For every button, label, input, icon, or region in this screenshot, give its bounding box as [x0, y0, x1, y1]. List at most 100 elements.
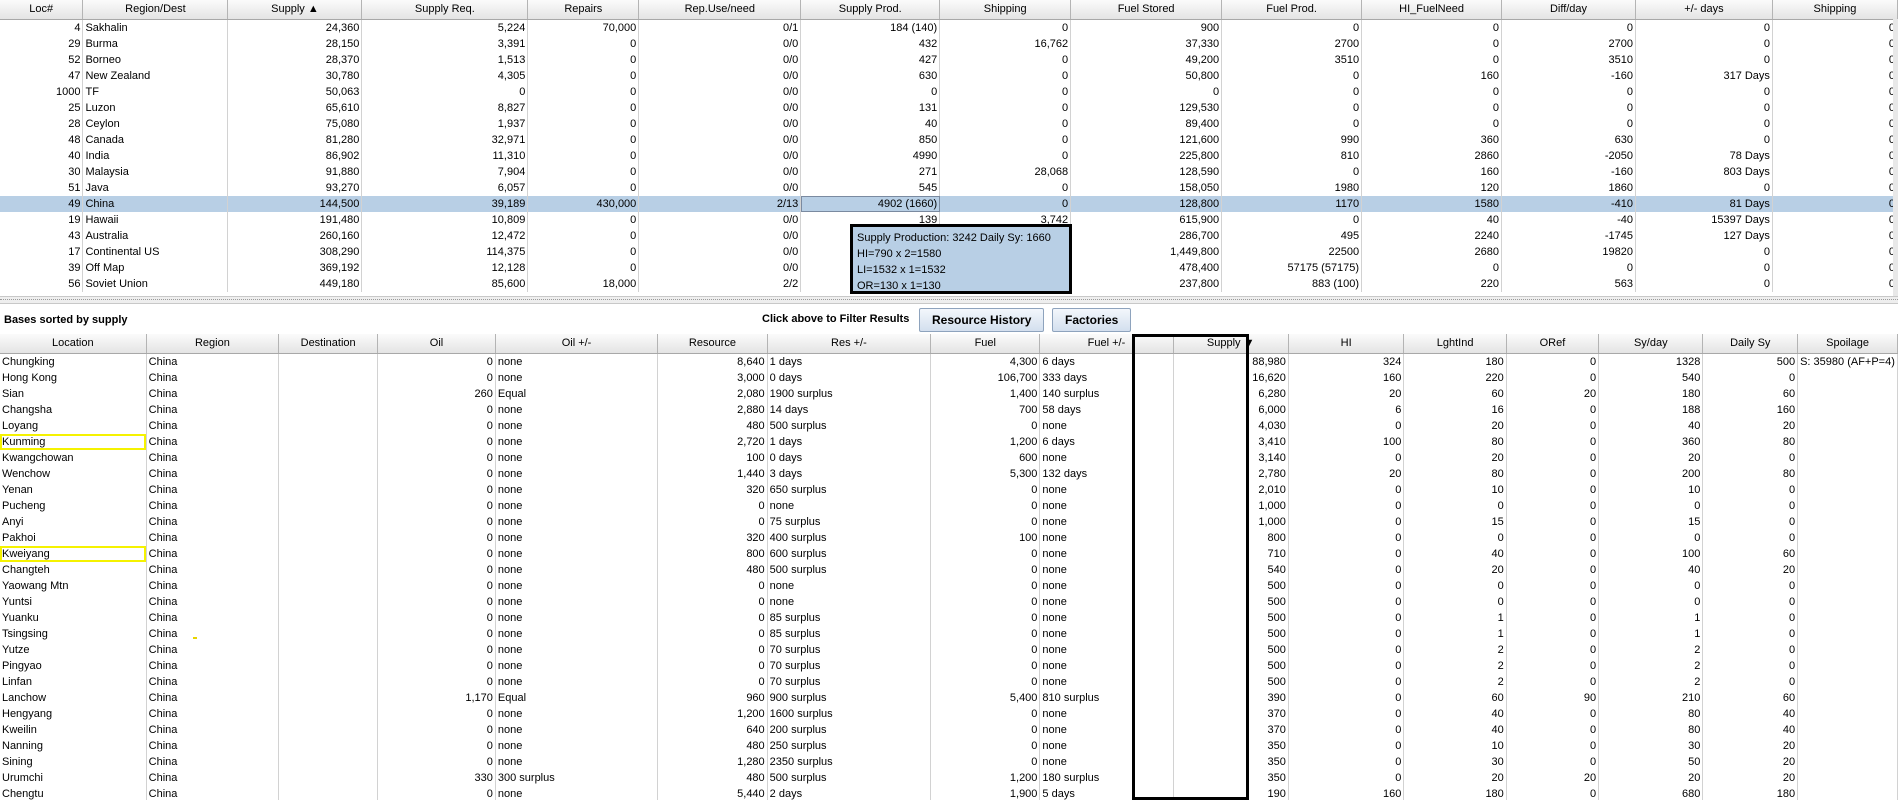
- table-cell: 0: [1635, 100, 1773, 116]
- column-header-oil[interactable]: Oil: [377, 334, 496, 354]
- table-row[interactable]: Tsingsing China 0 none 0 85 surplus 0 none 500 0 1…: [0, 626, 1898, 642]
- table-row[interactable]: Hengyang China 0 none 1,200 1600 surplus 0 none…: [0, 706, 1898, 722]
- column-header-destination[interactable]: Destination: [278, 334, 379, 354]
- table-cell: none: [495, 418, 659, 434]
- table-row[interactable]: 25 Luzon 65,610 8,827 0 0/0 131 0 129,530 0 0 0 0 0: [0, 100, 1898, 116]
- table-cell: 0: [939, 84, 1072, 100]
- column-header-supply-req[interactable]: Supply Req.: [361, 0, 529, 20]
- table-row[interactable]: 40 India 86,902 11,310 0 0/0 4990 0 225,800 810 28…: [0, 148, 1898, 164]
- table-row[interactable]: Wenchow China 0 none 1,440 3 days 5,300 132 day…: [0, 466, 1898, 482]
- table-row[interactable]: 52 Borneo 28,370 1,513 0 0/0 427 0 49,200 3510 0 35…: [0, 52, 1898, 68]
- table-row[interactable]: Hong Kong China 0 none 3,000 0 days 106,700 333…: [0, 370, 1898, 386]
- table-row[interactable]: Chungking China 0 none 8,640 1 days 4,300 6 day…: [0, 353, 1898, 370]
- table-row[interactable]: Sining China 0 none 1,280 2350 surplus 0 none 35…: [0, 754, 1898, 770]
- column-header-lghtind[interactable]: LghtInd: [1403, 334, 1507, 354]
- table-cell: 0: [1772, 52, 1898, 68]
- table-cell: [278, 706, 379, 722]
- table-row[interactable]: Yaowang Mtn China 0 none 0 none 0 none 500 0 0 0 0 0: [0, 578, 1898, 594]
- table-row[interactable]: 51 Java 93,270 6,057 0 0/0 545 0 158,050 1980 120 1…: [0, 180, 1898, 196]
- table-cell: 3 days: [767, 466, 932, 482]
- table-row[interactable]: Yuanku China 0 none 0 85 surplus 0 none 500 0 1 0 1 0: [0, 610, 1898, 626]
- column-header-supply-prod[interactable]: Supply Prod.: [800, 0, 941, 20]
- column-header-region-dest[interactable]: Region/Dest: [82, 0, 229, 20]
- column-header-resource[interactable]: Resource: [657, 334, 768, 354]
- column-header-hi-fuelneed[interactable]: HI_FuelNeed: [1361, 0, 1503, 20]
- column-header-shipping[interactable]: Shipping: [1772, 0, 1898, 20]
- table-row[interactable]: Anyi China 0 none 0 75 surplus 0 none 1,000 0 15 0 1…: [0, 514, 1898, 530]
- column-header-repairs[interactable]: Repairs: [527, 0, 640, 20]
- table-row[interactable]: 48 Canada 81,280 32,971 0 0/0 850 0 121,600 990 36…: [0, 132, 1898, 148]
- column-header-region[interactable]: Region: [146, 334, 280, 354]
- table-row[interactable]: 29 Burma 28,150 3,391 0 0/0 432 16,762 37,330 270…: [0, 36, 1898, 52]
- table-cell: 260,160: [227, 228, 363, 244]
- table-row[interactable]: Linfan China 0 none 0 70 surplus 0 none 500 0 2 0 2 0: [0, 674, 1898, 690]
- table-cell: 8,640: [657, 353, 768, 370]
- table-cell: 0: [361, 84, 529, 100]
- top-scrollbar[interactable]: [1893, 19, 1898, 296]
- column-header-fuel-stored[interactable]: Fuel Stored: [1070, 0, 1223, 20]
- table-cell: [1797, 754, 1898, 770]
- pane-splitter[interactable]: [0, 296, 1898, 304]
- column-header-fuel-prod[interactable]: Fuel Prod.: [1221, 0, 1363, 20]
- column-header-oil[interactable]: Oil +/-: [495, 334, 659, 354]
- table-cell: 286,700: [1070, 228, 1223, 244]
- table-row[interactable]: Yutze China 0 none 0 70 surplus 0 none 500 0 2 0 2 0: [0, 642, 1898, 658]
- table-cell: Chungking: [0, 353, 147, 370]
- column-header-fuel[interactable]: Fuel: [930, 334, 1041, 354]
- table-row[interactable]: Urumchi China 330 300 surplus 480 500 surplus…: [0, 770, 1898, 786]
- table-row[interactable]: Chengtu China 0 none 5,440 2 days 1,900 5 days 1…: [0, 786, 1898, 800]
- table-row[interactable]: Changsha China 0 none 2,880 14 days 700 58 days…: [0, 402, 1898, 418]
- table-cell: 3,140: [1173, 450, 1289, 466]
- table-cell: China: [146, 370, 280, 386]
- column-header-diff-day[interactable]: Diff/day: [1501, 0, 1636, 20]
- table-row[interactable]: Pakhoi China 0 none 320 400 surplus 100 none 800…: [0, 530, 1898, 546]
- column-header-sy-day[interactable]: Sy/day: [1598, 334, 1704, 354]
- column-header-shipping[interactable]: Shipping: [939, 0, 1072, 20]
- table-cell: Sian: [0, 386, 147, 402]
- table-row[interactable]: 49 China 144,500 39,189 430,000 2/13 4902 (166…: [0, 196, 1898, 212]
- table-row[interactable]: 4 Sakhalin 24,360 5,224 70,000 0/1 184 (140) 0 9…: [0, 19, 1898, 36]
- column-header-fuel[interactable]: Fuel +/-: [1039, 334, 1174, 354]
- column-header-rep-use-need[interactable]: Rep.Use/need: [638, 0, 802, 20]
- column-header-days[interactable]: +/- days: [1635, 0, 1773, 20]
- table-row[interactable]: Lanchow China 1,170 Equal 960 900 surplus 5,40…: [0, 690, 1898, 706]
- table-cell: 20: [1506, 386, 1600, 402]
- column-header-loc[interactable]: Loc#: [0, 0, 84, 20]
- table-row[interactable]: Sian China 260 Equal 2,080 1900 surplus 1,400 1…: [0, 386, 1898, 402]
- table-row[interactable]: 1000 TF 50,063 0 0 0/0 0 0 0 0 0 0 0 0: [0, 84, 1898, 100]
- column-header-daily-sy[interactable]: Daily Sy: [1702, 334, 1799, 354]
- column-header-hi[interactable]: HI: [1288, 334, 1405, 354]
- table-cell: 20: [1288, 386, 1405, 402]
- table-row[interactable]: Loyang China 0 none 480 500 surplus 0 none 4,030…: [0, 418, 1898, 434]
- table-row[interactable]: 28 Ceylon 75,080 1,937 0 0/0 40 0 89,400 0 0 0 0 0: [0, 116, 1898, 132]
- column-header-oref[interactable]: ORef: [1506, 334, 1600, 354]
- table-row[interactable]: Nanning China 0 none 480 250 surplus 0 none 350 0…: [0, 738, 1898, 754]
- factories-button[interactable]: Factories: [1052, 308, 1132, 332]
- splitter-grip[interactable]: [0, 299, 1898, 302]
- column-header-spoilage[interactable]: Spoilage: [1797, 334, 1898, 354]
- column-header-supply[interactable]: Supply ▼: [1173, 334, 1289, 354]
- table-cell: China: [146, 466, 280, 482]
- table-row[interactable]: Kweiyang China 0 none 800 600 surplus 0 none 710…: [0, 546, 1898, 562]
- table-row[interactable]: Kweilin China 0 none 640 200 surplus 0 none 370 0…: [0, 722, 1898, 738]
- table-row[interactable]: Kunming China 0 none 2,720 1 days 1,200 6 days 3…: [0, 434, 1898, 450]
- table-cell: 2,720: [657, 434, 768, 450]
- column-header-res[interactable]: Res +/-: [767, 334, 932, 354]
- table-row[interactable]: 47 New Zealand 30,780 4,305 0 0/0 630 0 50,800 0 1…: [0, 68, 1898, 84]
- table-row[interactable]: Changteh China 0 none 480 500 surplus 0 none 540…: [0, 562, 1898, 578]
- table-row[interactable]: Yenan China 0 none 320 650 surplus 0 none 2,010 0…: [0, 482, 1898, 498]
- table-row[interactable]: Pingyao China 0 none 0 70 surplus 0 none 500 0 2 0 2…: [0, 658, 1898, 674]
- table-row[interactable]: Yuntsi China 0 none 0 none 0 none 500 0 0 0 0 0: [0, 594, 1898, 610]
- table-cell: 0: [1772, 19, 1898, 36]
- table-row[interactable]: 30 Malaysia 91,880 7,904 0 0/0 271 28,068 128,59…: [0, 164, 1898, 180]
- column-header-supply[interactable]: Supply ▲: [227, 0, 363, 20]
- resource-history-button[interactable]: Resource History: [919, 308, 1045, 332]
- table-row[interactable]: Pucheng China 0 none 0 none 0 none 1,000 0 0 0 0 0: [0, 498, 1898, 514]
- table-cell: 0: [930, 610, 1041, 626]
- table-cell: 131: [800, 100, 941, 116]
- column-header-location[interactable]: Location: [0, 334, 147, 354]
- table-row[interactable]: Kwangchowan China 0 none 100 0 days 600 none 3,1…: [0, 450, 1898, 466]
- table-cell: [1797, 450, 1898, 466]
- table-cell: 0: [1403, 578, 1507, 594]
- table-cell: 0: [1635, 276, 1773, 292]
